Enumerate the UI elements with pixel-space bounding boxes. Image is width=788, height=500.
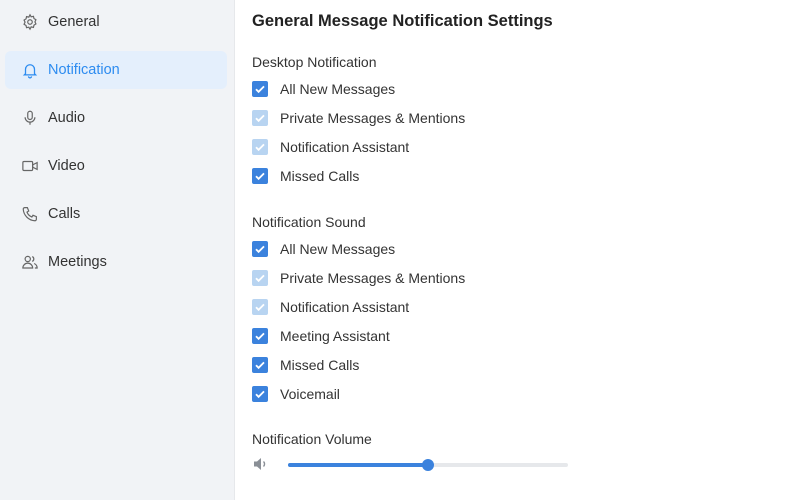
checkbox — [252, 299, 268, 315]
sidebar-item-general[interactable]: General — [5, 3, 227, 41]
checkbox-label: Private Messages & Mentions — [280, 110, 466, 126]
page-title: General Message Notification Settings — [252, 12, 553, 30]
sound-option-meeting-assistant[interactable]: Meeting Assistant — [252, 326, 390, 346]
checkbox[interactable] — [252, 386, 268, 402]
checkbox[interactable] — [252, 241, 268, 257]
sidebar-item-label: Calls — [48, 206, 81, 222]
section-label-notification-sound: Notification Sound — [252, 214, 366, 230]
sidebar-item-audio[interactable]: Audio — [5, 99, 227, 137]
phone-icon — [20, 204, 40, 224]
people-icon — [20, 252, 40, 272]
desktop-option-missed-calls[interactable]: Missed Calls — [252, 166, 359, 186]
checkbox — [252, 110, 268, 126]
section-label-notification-volume: Notification Volume — [252, 431, 372, 447]
checkbox[interactable] — [252, 81, 268, 97]
sound-option-all-new-messages[interactable]: All New Messages — [252, 239, 395, 259]
sound-option-notification-assistant: Notification Assistant — [252, 297, 409, 317]
checkbox[interactable] — [252, 357, 268, 373]
sidebar-item-label: Video — [48, 158, 85, 174]
speaker-icon — [252, 455, 270, 473]
checkbox — [252, 270, 268, 286]
video-camera-icon — [20, 156, 40, 176]
sidebar: General Notification Audio Video Calls M… — [0, 0, 235, 500]
sidebar-item-label: Meetings — [48, 254, 107, 270]
section-label-desktop-notification: Desktop Notification — [252, 54, 377, 70]
checkbox-label: All New Messages — [280, 241, 396, 257]
checkbox-label: Meeting Assistant — [280, 328, 390, 344]
checkbox-label: Notification Assistant — [280, 299, 410, 315]
checkbox[interactable] — [252, 328, 268, 344]
sidebar-item-label: Notification — [48, 62, 120, 78]
bell-icon — [20, 60, 40, 80]
settings-panel: General Message Notification Settings De… — [252, 0, 788, 500]
volume-slider-fill — [288, 463, 428, 467]
checkbox-label: Missed Calls — [280, 168, 360, 184]
sound-option-private-messages: Private Messages & Mentions — [252, 268, 465, 288]
sound-option-missed-calls[interactable]: Missed Calls — [252, 355, 359, 375]
sidebar-item-label: Audio — [48, 110, 86, 126]
sidebar-item-label: General — [48, 14, 100, 30]
desktop-option-private-messages: Private Messages & Mentions — [252, 108, 465, 128]
volume-slider-thumb[interactable] — [422, 459, 434, 471]
gear-icon — [20, 12, 40, 32]
checkbox-label: Private Messages & Mentions — [280, 270, 466, 286]
checkbox-label: All New Messages — [280, 81, 396, 97]
sidebar-item-video[interactable]: Video — [5, 147, 227, 185]
sound-option-voicemail[interactable]: Voicemail — [252, 384, 340, 404]
sidebar-item-meetings[interactable]: Meetings — [5, 243, 227, 281]
sidebar-item-notification[interactable]: Notification — [5, 51, 227, 89]
desktop-option-notification-assistant: Notification Assistant — [252, 137, 409, 157]
checkbox-label: Voicemail — [280, 386, 340, 402]
checkbox-label: Notification Assistant — [280, 139, 410, 155]
checkbox — [252, 139, 268, 155]
checkbox[interactable] — [252, 168, 268, 184]
checkbox-label: Missed Calls — [280, 357, 360, 373]
volume-slider[interactable] — [288, 459, 568, 471]
desktop-option-all-new-messages[interactable]: All New Messages — [252, 79, 395, 99]
sidebar-item-calls[interactable]: Calls — [5, 195, 227, 233]
microphone-icon — [20, 108, 40, 128]
